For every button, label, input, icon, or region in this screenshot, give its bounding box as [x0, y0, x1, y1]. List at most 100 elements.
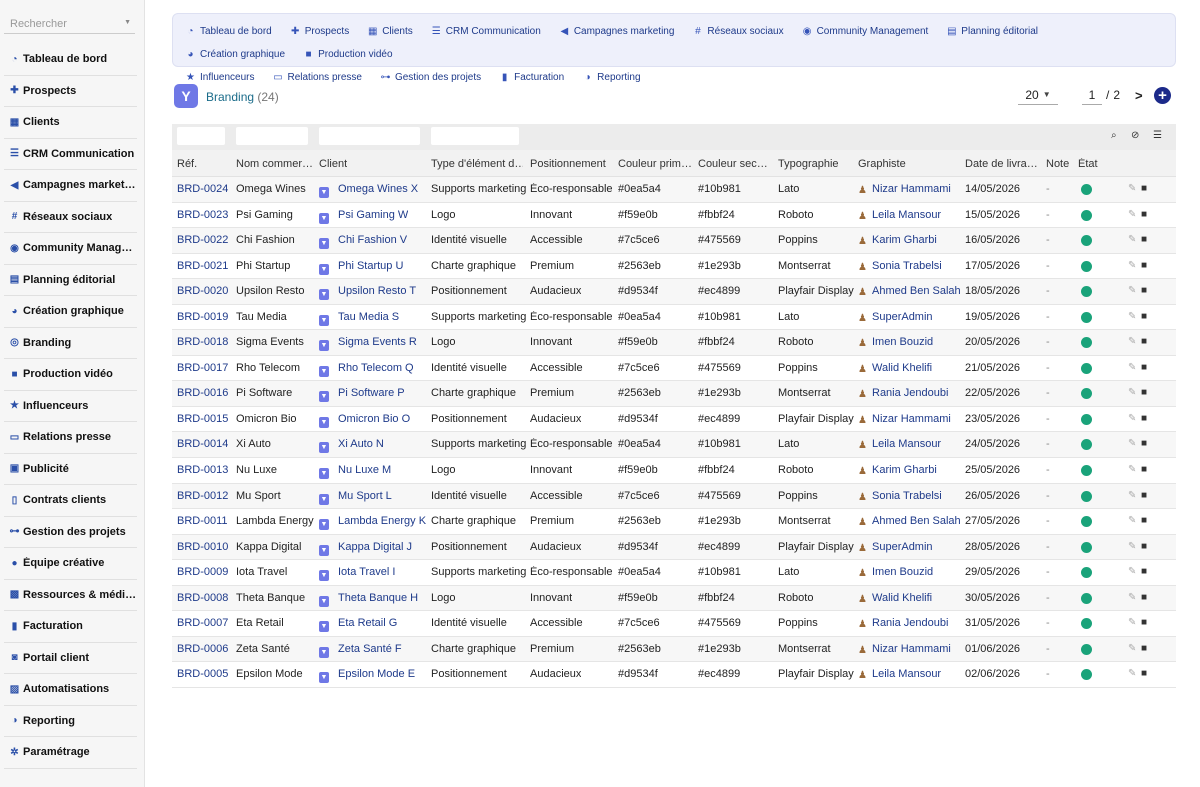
nav-item-facturation[interactable]: ▮ Facturation [499, 66, 564, 89]
cell-ref[interactable]: BRD-0021 [177, 260, 228, 272]
sidebar-item-facturation[interactable]: ▮ Facturation [4, 611, 137, 643]
header-couleur-secondaire[interactable]: Couleur sec… [698, 158, 772, 170]
delete-trash-icon[interactable]: ■ [1141, 592, 1147, 603]
sidebar-item-gestion-des-projets[interactable]: ⊶ Gestion des projets [4, 517, 137, 548]
delete-trash-icon[interactable]: ■ [1141, 617, 1147, 628]
cell-graphiste[interactable]: ♟ Leila Mansour [858, 209, 941, 221]
cell-graphiste[interactable]: ♟ Karim Gharbi [858, 234, 937, 246]
cell-client[interactable]: ▼ Nu Luxe M [319, 464, 391, 480]
filter-type-input[interactable] [431, 127, 519, 145]
table-row[interactable]: BRD-0013 Nu Luxe ▼ Nu Luxe M Logo Innovant #f5… [172, 458, 1176, 484]
edit-pencil-icon[interactable]: ✎ [1128, 617, 1136, 628]
sidebar-item-contrats-clients[interactable]: ▯ Contrats clients [4, 485, 137, 517]
header-client[interactable]: Client [319, 158, 347, 170]
delete-trash-icon[interactable]: ■ [1141, 566, 1147, 577]
nav-item-reporting[interactable]: ◑ Reporting [582, 66, 641, 89]
sidebar-item-clients[interactable]: ▦ Clients [4, 107, 137, 139]
delete-trash-icon[interactable]: ■ [1141, 490, 1147, 501]
cell-graphiste[interactable]: ♟ Nizar Hammami [858, 183, 951, 195]
cell-ref[interactable]: BRD-0020 [177, 285, 228, 297]
cell-graphiste[interactable]: ♟ Ahmed Ben Salah [858, 285, 961, 297]
edit-pencil-icon[interactable]: ✎ [1128, 387, 1136, 398]
cell-ref[interactable]: BRD-0011 [177, 515, 228, 527]
edit-pencil-icon[interactable]: ✎ [1128, 541, 1136, 552]
header-couleur-primaire[interactable]: Couleur prim… [618, 158, 692, 170]
next-page-button[interactable]: > [1135, 88, 1143, 103]
cell-ref[interactable]: BRD-0022 [177, 234, 228, 246]
cell-graphiste[interactable]: ♟ Nizar Hammami [858, 413, 951, 425]
header-nom[interactable]: Nom commer… [236, 158, 314, 170]
cell-ref[interactable]: BRD-0023 [177, 209, 228, 221]
sidebar-search-select[interactable]: Rechercher ▼ [4, 14, 135, 34]
edit-pencil-icon[interactable]: ✎ [1128, 362, 1136, 373]
nav-item-community-management[interactable]: ◉ Community Management [802, 20, 929, 43]
nav-item-production-video[interactable]: ■ Production vidéo [303, 43, 393, 66]
delete-trash-icon[interactable]: ■ [1141, 209, 1147, 220]
cell-graphiste[interactable]: ♟ Leila Mansour [858, 438, 941, 450]
header-graphiste[interactable]: Graphiste [858, 158, 906, 170]
edit-pencil-icon[interactable]: ✎ [1128, 413, 1136, 424]
header-ref[interactable]: Réf. [177, 158, 197, 170]
sidebar-item-crm-communication[interactable]: ☰ CRM Communication [4, 139, 137, 170]
cell-ref[interactable]: BRD-0017 [177, 362, 228, 374]
cell-client[interactable]: ▼ Omega Wines X [319, 183, 418, 198]
cell-graphiste[interactable]: ♟ Walid Khelifi [858, 362, 932, 374]
cell-client[interactable]: ▼ Pi Software P [319, 387, 405, 403]
cell-graphiste[interactable]: ♟ Sonia Trabelsi [858, 260, 942, 272]
cell-graphiste[interactable]: ♟ Walid Khelifi [858, 592, 932, 604]
delete-trash-icon[interactable]: ■ [1141, 311, 1147, 322]
edit-pencil-icon[interactable]: ✎ [1128, 643, 1136, 654]
edit-pencil-icon[interactable]: ✎ [1128, 515, 1136, 526]
edit-pencil-icon[interactable]: ✎ [1128, 260, 1136, 271]
cell-ref[interactable]: BRD-0019 [177, 311, 228, 323]
cell-graphiste[interactable]: ♟ Rania Jendoubi [858, 387, 948, 399]
cell-client[interactable]: ▼ Kappa Digital J [319, 541, 412, 556]
sidebar-item-reporting[interactable]: ◑ Reporting [4, 706, 137, 737]
sidebar-item-parametrage[interactable]: ✲ Paramétrage [4, 737, 137, 769]
cell-graphiste[interactable]: ♟ Rania Jendoubi [858, 617, 948, 629]
sidebar-item-influenceurs[interactable]: ★ Influenceurs [4, 391, 137, 422]
nav-item-campagnes-marketing[interactable]: ◀ Campagnes marketing [559, 20, 674, 43]
cell-graphiste[interactable]: ♟ Nizar Hammami [858, 643, 951, 655]
cell-graphiste[interactable]: ♟ Imen Bouzid [858, 566, 933, 578]
table-row[interactable]: BRD-0018 Sigma Events ▼ Sigma Events R Logo I… [172, 330, 1176, 356]
delete-trash-icon[interactable]: ■ [1141, 464, 1147, 475]
cell-ref[interactable]: BRD-0012 [177, 490, 228, 502]
delete-trash-icon[interactable]: ■ [1141, 438, 1147, 449]
edit-pencil-icon[interactable]: ✎ [1128, 490, 1136, 501]
edit-pencil-icon[interactable]: ✎ [1128, 183, 1136, 194]
filter-ref-input[interactable] [177, 127, 225, 145]
cell-graphiste[interactable]: ♟ Leila Mansour [858, 668, 941, 680]
current-page-input[interactable]: 1 [1082, 85, 1102, 105]
cell-client[interactable]: ▼ Rho Telecom Q [319, 362, 414, 377]
sidebar-item-production-video[interactable]: ■ Production vidéo [4, 359, 137, 391]
cell-ref[interactable]: BRD-0018 [177, 336, 228, 348]
table-row[interactable]: BRD-0024 Omega Wines ▼ Omega Wines X Support… [172, 177, 1176, 203]
sidebar-item-portail-client[interactable]: ◙ Portail client [4, 643, 137, 674]
cell-ref[interactable]: BRD-0016 [177, 387, 228, 399]
cell-client[interactable]: ▼ Iota Travel I [319, 566, 395, 582]
nav-item-creation-graphique[interactable]: ◕ Création graphique [185, 43, 285, 66]
cell-client[interactable]: ▼ Omicron Bio O [319, 413, 410, 428]
table-row[interactable]: BRD-0006 Zeta Santé ▼ Zeta Santé F Charte gr… [172, 636, 1176, 663]
cell-client[interactable]: ▼ Theta Banque H [319, 592, 418, 607]
delete-trash-icon[interactable]: ■ [1141, 183, 1147, 194]
sidebar-item-tableau-de-bord[interactable]: ◔ Tableau de bord [4, 44, 137, 76]
cell-ref[interactable]: BRD-0013 [177, 464, 228, 476]
cell-ref[interactable]: BRD-0009 [177, 566, 228, 578]
cell-graphiste[interactable]: ♟ SuperAdmin [858, 311, 933, 323]
cell-graphiste[interactable]: ♟ Karim Gharbi [858, 464, 937, 476]
cell-client[interactable]: ▼ Lambda Energy K [319, 515, 426, 531]
delete-trash-icon[interactable]: ■ [1141, 541, 1147, 552]
cell-client[interactable]: ▼ Xi Auto N [319, 438, 384, 454]
delete-trash-icon[interactable]: ■ [1141, 668, 1147, 679]
header-type[interactable]: Type d'élément d… [431, 158, 523, 170]
cell-graphiste[interactable]: ♟ Imen Bouzid [858, 336, 933, 348]
delete-trash-icon[interactable]: ■ [1141, 362, 1147, 373]
table-row[interactable]: BRD-0009 Iota Travel ▼ Iota Travel I Support… [172, 560, 1176, 586]
filter-nom-input[interactable] [236, 127, 308, 145]
sidebar-item-relations-presse[interactable]: ▭ Relations presse [4, 422, 137, 454]
header-positionnement[interactable]: Positionnement [530, 158, 606, 170]
table-row[interactable]: BRD-0008 Theta Banque ▼ Theta Banque H Logo I… [172, 585, 1176, 612]
edit-pencil-icon[interactable]: ✎ [1128, 592, 1136, 603]
